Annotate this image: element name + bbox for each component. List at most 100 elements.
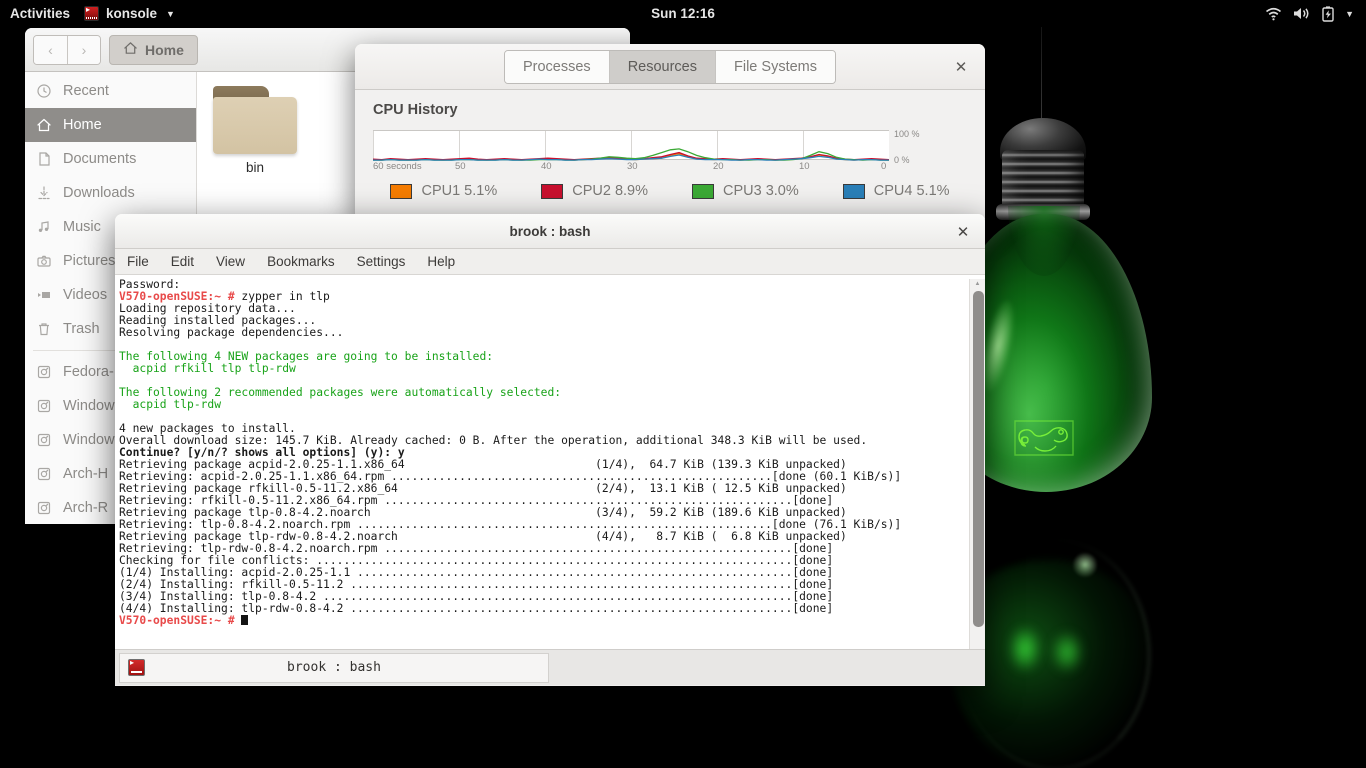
chevron-down-icon[interactable]: ▼ [1345, 9, 1354, 19]
sidebar-item-recent[interactable]: Recent [25, 74, 196, 108]
download-icon [35, 185, 52, 201]
terminal-line: acpid rfkill tlp tlp-rdw [119, 362, 296, 375]
app-menu[interactable]: konsole ▼ [84, 5, 175, 21]
konsole-icon [84, 5, 100, 21]
file-item-bin[interactable]: bin [207, 86, 303, 175]
terminal-line: acpid tlp-rdw [119, 398, 222, 411]
clock-icon [35, 83, 52, 99]
terminal-tab[interactable]: brook : bash [119, 652, 549, 683]
system-monitor-header: Processes Resources File Systems ✕ [355, 44, 985, 90]
x-tick-10: 10 [799, 161, 810, 172]
navigation-buttons: ‹ › [33, 34, 101, 65]
chameleon-logo-icon [1014, 420, 1074, 456]
camera-icon [35, 253, 52, 269]
konsole-window: brook : bash ✕ File Edit View Bookmarks … [115, 214, 985, 686]
bulb-reflection-glow-right [1050, 630, 1084, 674]
tab-file-systems[interactable]: File Systems [715, 50, 835, 83]
legend-swatch-cpu3 [692, 183, 714, 199]
home-icon [123, 41, 138, 59]
menu-settings[interactable]: Settings [357, 254, 406, 269]
disk-icon [35, 364, 52, 380]
disk-icon [35, 500, 52, 516]
sidebar-item-label: Recent [63, 83, 109, 99]
path-button-label: Home [145, 41, 184, 58]
sidebar-item-label: Arch-R [63, 500, 109, 516]
file-item-label: bin [245, 160, 264, 175]
y-tick-100: 100 % [894, 129, 920, 139]
legend-item-cpu2[interactable]: CPU2 8.9% [541, 183, 648, 199]
volume-icon[interactable] [1293, 6, 1311, 21]
cpu-series-cpu3 [373, 148, 889, 161]
legend-item-cpu1[interactable]: CPU1 5.1% [390, 183, 497, 199]
bulb-reflection-glow-left [1008, 625, 1042, 673]
terminal-line: Resolving package dependencies... [119, 326, 344, 339]
disk-icon [35, 398, 52, 414]
sidebar-item-documents[interactable]: Documents [25, 142, 196, 176]
terminal-lines: Password: V570-openSUSE:~ # zypper in tlp… [118, 279, 969, 649]
x-tick-30: 30 [627, 161, 638, 172]
x-tick-40: 40 [541, 161, 552, 172]
music-icon [35, 219, 52, 235]
system-tray: ▼ [1265, 5, 1366, 22]
sidebar-item-label: Documents [63, 151, 137, 167]
menu-file[interactable]: File [127, 254, 149, 269]
x-tick-20: 20 [713, 161, 724, 172]
chevron-down-icon: ▼ [166, 8, 175, 19]
document-icon [35, 151, 52, 167]
legend-item-cpu3[interactable]: CPU3 3.0% [692, 183, 799, 199]
wifi-icon[interactable] [1265, 7, 1282, 21]
clock[interactable]: Sun 12:16 [0, 6, 1366, 21]
tab-resources[interactable]: Resources [608, 50, 715, 83]
folder-icon [213, 86, 297, 154]
trash-icon [35, 321, 52, 337]
terminal-cursor [241, 615, 249, 625]
menu-view[interactable]: View [216, 254, 245, 269]
legend-swatch-cpu4 [842, 183, 865, 199]
sidebar-item-label: Window [63, 398, 115, 414]
activities-button[interactable]: Activities [0, 6, 84, 21]
legend-swatch-cpu1 [390, 183, 413, 199]
bulb-screw-thread [1002, 150, 1084, 210]
menu-bookmarks[interactable]: Bookmarks [267, 254, 335, 269]
disk-icon [35, 432, 52, 448]
sidebar-item-label: Arch-H [63, 466, 109, 482]
x-tick-50: 50 [455, 161, 466, 172]
terminal-line: V570-openSUSE:~ # [119, 615, 969, 627]
back-button[interactable]: ‹ [34, 35, 67, 64]
app-menu-label: konsole [106, 6, 158, 21]
cpu-graph-x-axis: 60 seconds 50 40 30 20 10 0 [373, 161, 889, 175]
terminal-scrollbar[interactable]: ▲ [969, 279, 985, 649]
legend-item-cpu4[interactable]: CPU4 5.1% [842, 183, 950, 199]
video-icon [35, 287, 52, 303]
legend-swatch-cpu2 [541, 183, 564, 199]
legend-label-cpu1: CPU1 5.1% [421, 183, 498, 199]
terminal-output-area[interactable]: Password: V570-openSUSE:~ # zypper in tlp… [115, 275, 985, 649]
sidebar-item-label: Music [63, 219, 101, 235]
sidebar-item-home[interactable]: Home [25, 108, 196, 142]
scrollbar-thumb[interactable] [973, 291, 984, 627]
legend-label-cpu3: CPU3 3.0% [723, 183, 799, 199]
terminal-line: The following 2 recommended packages wer… [119, 386, 562, 399]
battery-charging-icon[interactable] [1322, 5, 1334, 22]
menu-edit[interactable]: Edit [171, 254, 194, 269]
legend-label-cpu2: CPU2 8.9% [572, 183, 648, 199]
close-icon[interactable]: ✕ [951, 57, 971, 77]
sidebar-item-label: Videos [63, 287, 108, 303]
konsole-tabbar: brook : bash [115, 649, 985, 685]
konsole-titlebar: brook : bash ✕ [115, 214, 985, 249]
sidebar-item-downloads[interactable]: Downloads [25, 176, 196, 210]
sidebar-item-label: Downloads [63, 185, 135, 201]
tab-processes[interactable]: Processes [504, 50, 609, 83]
close-icon[interactable]: ✕ [954, 223, 972, 241]
disk-icon [35, 466, 52, 482]
forward-button[interactable]: › [67, 35, 100, 64]
menu-help[interactable]: Help [427, 254, 455, 269]
legend-label-cpu4: CPU4 5.1% [873, 183, 950, 199]
system-monitor-body: CPU History 60 seconds 50 40 30 20 10 0 [355, 90, 985, 199]
sidebar-item-label: Home [63, 117, 102, 133]
cpu-history-chart: 60 seconds 50 40 30 20 10 0 100 % 0 % [373, 130, 967, 175]
scroll-up-icon[interactable]: ▲ [970, 279, 985, 288]
home-icon [35, 117, 52, 133]
path-button-home[interactable]: Home [109, 34, 198, 65]
konsole-menubar: File Edit View Bookmarks Settings Help [115, 249, 985, 275]
